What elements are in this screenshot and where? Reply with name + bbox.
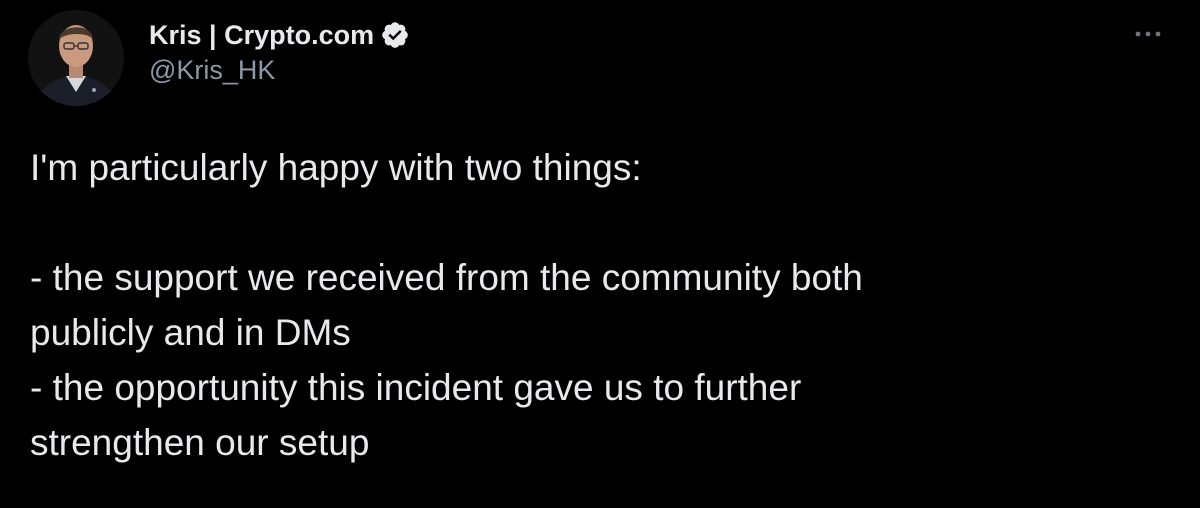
tweet-line: I'm particularly happy with two things: (30, 147, 642, 188)
tweet-line: - the opportunity this incident gave us … (30, 367, 802, 408)
more-options-button[interactable] (1128, 20, 1168, 48)
tweet-header: Kris | Crypto.com @Kris_HK (149, 17, 410, 86)
verified-badge-icon (380, 20, 410, 50)
tweet-line: publicly and in DMs (30, 312, 351, 353)
tweet-line: strengthen our setup (30, 422, 370, 463)
author-display-name[interactable]: Kris | Crypto.com (149, 20, 374, 51)
author-handle[interactable]: @Kris_HK (149, 55, 410, 86)
tweet-line: - the support we received from the commu… (30, 257, 863, 298)
tweet-blank-line (30, 195, 1170, 250)
name-row: Kris | Crypto.com (149, 17, 410, 53)
more-horizontal-icon (1135, 31, 1161, 37)
tweet-card: Kris | Crypto.com @Kris_HK I'm particula… (0, 0, 1200, 508)
avatar-image (28, 10, 124, 106)
tweet-text: I'm particularly happy with two things: … (30, 140, 1170, 470)
avatar[interactable] (28, 10, 124, 106)
